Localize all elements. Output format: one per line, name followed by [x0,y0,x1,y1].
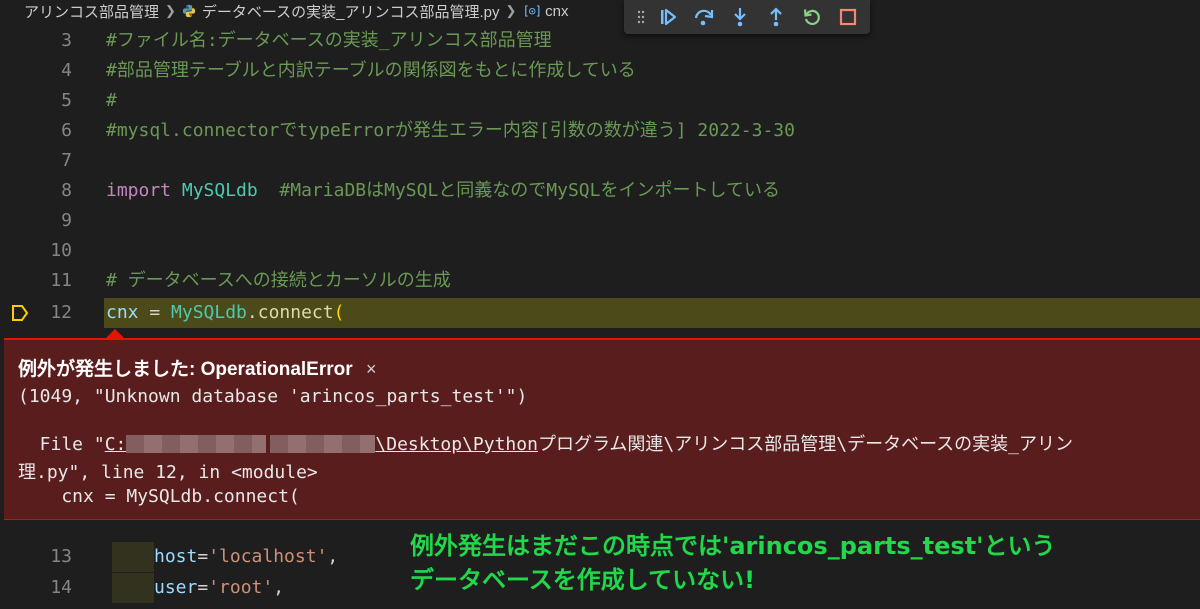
code-string: 'localhost' [208,546,328,567]
code-line[interactable]: 5 # [0,86,1200,116]
traceback-path-drive: C: [104,434,127,455]
line-number: 9 [61,210,72,231]
breadcrumb-folder[interactable]: アリンコス部品管理 [24,1,159,22]
code-keyword: import [106,180,172,201]
code-line[interactable]: 8 import MySQLdb #MariaDBはMySQLと同義なのでMyS… [0,176,1200,206]
variable-symbol-icon: [⊙] [522,4,542,18]
line-number: 7 [61,150,72,171]
code-text: cnx = MySQLdb.connect( [106,298,344,328]
code-param: user [154,577,198,598]
step-out-icon [770,7,782,27]
code-text: import MySQLdb #MariaDBはMySQLと同義なのでMySQL… [106,176,780,206]
exception-traceback-file: File "C: \Desktop\Pythonプログラム関連\アリンコス部品管理… [18,430,1073,456]
line-number: 8 [61,180,72,201]
close-icon[interactable]: × [366,359,377,379]
python-file-icon [182,4,196,18]
continue-icon [661,8,677,26]
code-variable: cnx [106,302,139,323]
code-line[interactable]: 4 #部品管理テーブルと内訳テーブルの関係図をもとに作成している [0,56,1200,86]
line-number: 13 [50,546,72,567]
exception-traceback-line: 理.py", line 12, in <module> [18,462,318,483]
code-line[interactable]: 10 [0,236,1200,266]
code-string: 'root' [208,577,274,598]
code-function: connect [257,302,334,323]
code-line[interactable]: 3 #ファイル名:データベースの実装_アリンコス部品管理 [0,26,1200,56]
annotation-line-1: 例外発生はまだこの時点では'arincos_parts_test'という [410,532,1056,560]
code-text: user='root', [154,573,284,603]
current-line[interactable]: 12 cnx = MySQLdb.connect( [0,298,1200,328]
line-number: 14 [50,577,72,598]
chevron-right-icon: ❯ [505,3,517,18]
line-number: 4 [61,60,72,81]
restart-icon [803,9,820,25]
line-number: 6 [61,120,72,141]
code-comment: #MariaDBはMySQLと同義なのでMySQLをインポートしている [279,180,780,201]
code-text: host='localhost', [154,542,338,572]
breadcrumb-file[interactable]: データベースの実装_アリンコス部品管理.py [202,1,500,22]
line-number: 3 [61,30,72,51]
code-comma: , [327,546,339,567]
exception-widget: 例外が発生しました: OperationalError × (1049, "Un… [4,338,1200,520]
line-number: 11 [50,270,72,291]
code-dot: . [246,302,258,323]
exception-pointer [106,329,124,338]
line-number: 12 [50,302,72,323]
stop-icon [839,8,857,26]
line-number: 5 [61,90,72,111]
redacted-path-blur [270,435,376,453]
code-line[interactable]: 11 # データベースへの接続とカーソルの生成 [0,266,1200,296]
code-line[interactable]: 9 [0,206,1200,236]
annotation-line-2: データベースを作成していない! [410,566,756,594]
code-operator: = [138,302,172,323]
code-comment: #mysql.connectorでtypeErrorが発生エラー内容[引数の数が… [106,120,795,141]
indent-guide [112,573,154,603]
code-comment: # [106,90,117,111]
code-comment: # データベースへの接続とカーソルの生成 [106,270,451,291]
drag-grip-icon[interactable] [632,7,650,27]
traceback-path-link[interactable]: C: \Desktop\Python [105,434,538,455]
traceback-path-visible: \Desktop\Python [375,434,538,455]
code-comment: #ファイル名:データベースの実装_アリンコス部品管理 [106,30,552,51]
exception-message: (1049, "Unknown database 'arincos_parts_… [18,386,528,407]
exception-title-text: 例外が発生しました: OperationalError [18,359,353,380]
breadcrumb-symbol[interactable]: cnx [545,3,568,20]
code-paren: ( [333,302,345,323]
code-param: host [154,546,198,567]
step-into-icon [734,8,746,27]
indent-guide [112,542,154,572]
code-comment: #部品管理テーブルと内訳テーブルの関係図をもとに作成している [106,60,636,81]
exception-title: 例外が発生しました: OperationalError × [18,354,376,381]
code-comma: , [273,577,285,598]
traceback-prefix: File " [18,434,105,455]
chevron-right-icon: ❯ [165,3,176,18]
line-number: 10 [50,240,72,261]
code-operator: = [197,577,209,598]
breadcrumb: アリンコス部品管理 ❯ データベースの実装_アリンコス部品管理.py ❯ [⊙]… [0,0,1200,22]
redacted-path-blur [126,435,267,453]
code-operator: = [197,546,209,567]
code-line[interactable]: 7 [0,146,1200,176]
code-line[interactable]: 6 #mysql.connectorでtypeErrorが発生エラー内容[引数の… [0,116,1200,146]
exception-traceback-code: cnx = MySQLdb.connect( [18,486,300,507]
step-over-icon [694,9,714,26]
code-class: MySQLdb [171,302,247,323]
code-module: MySQLdb [181,180,258,201]
traceback-path-rest: プログラム関連\アリンコス部品管理\データベースの実装_アリン [537,434,1074,455]
